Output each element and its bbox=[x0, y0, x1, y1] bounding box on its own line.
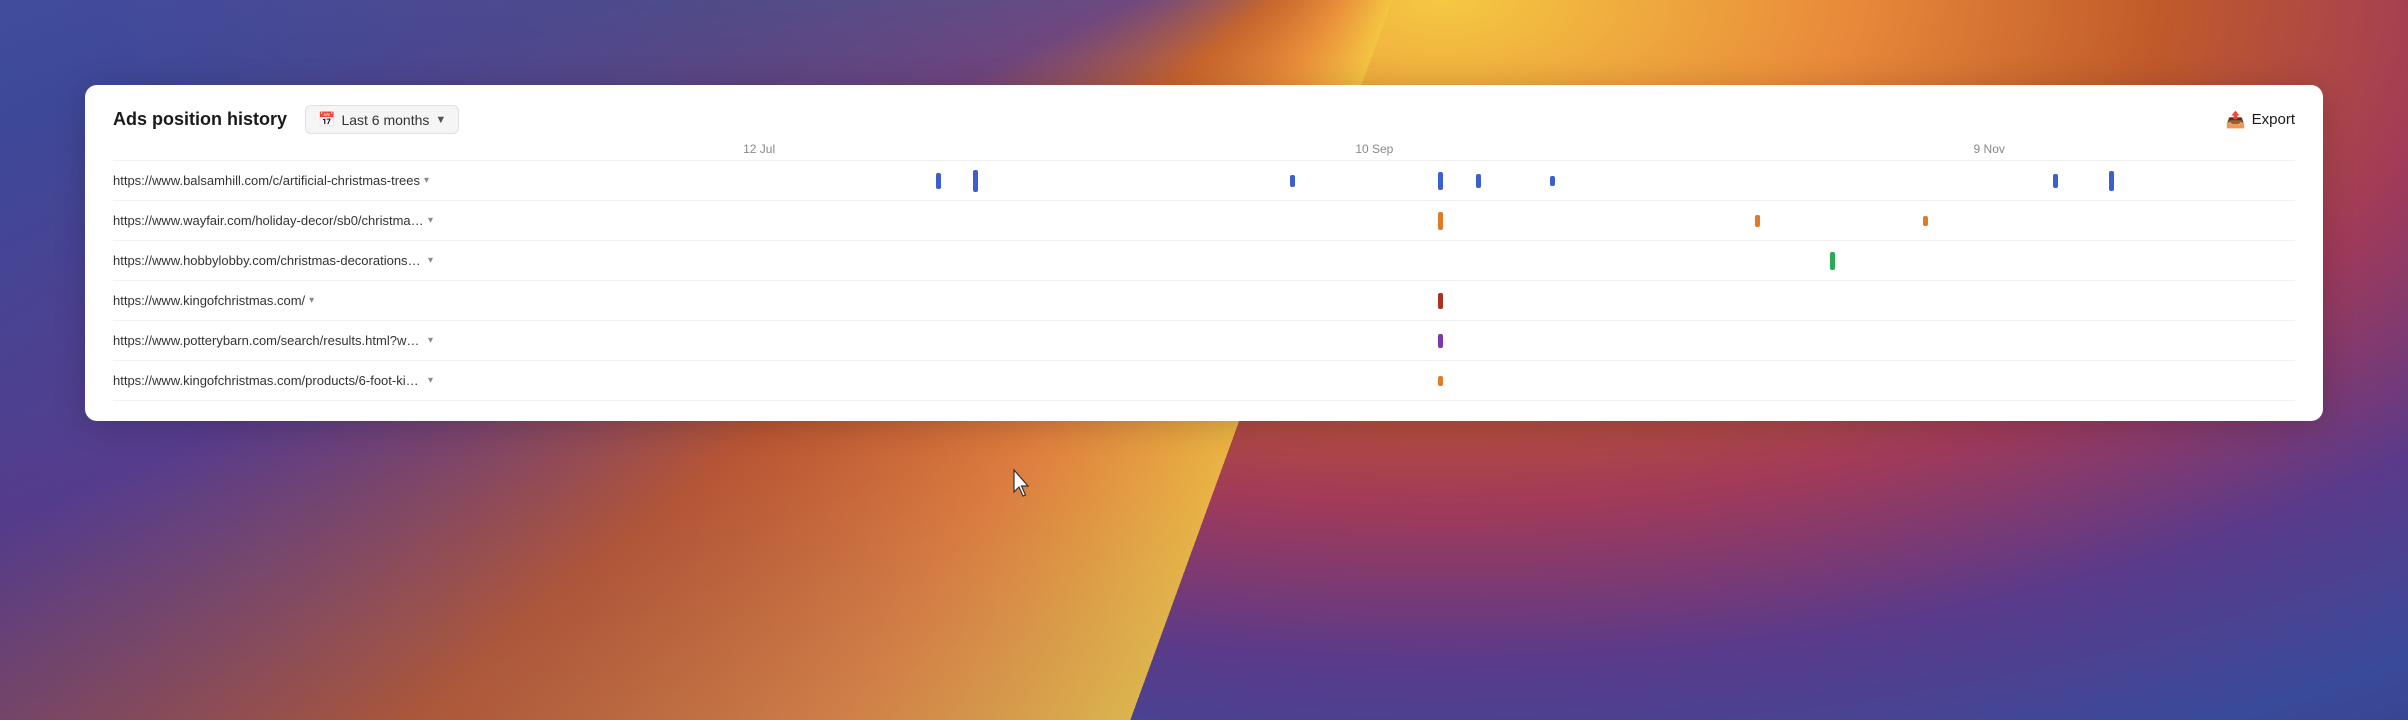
timeline-header: 12 Jul 10 Sep 9 Nov bbox=[113, 142, 2295, 156]
row-chart bbox=[433, 163, 2295, 199]
position-dot bbox=[1755, 215, 1760, 227]
row-chart bbox=[433, 243, 2295, 279]
chevron-down-icon[interactable]: ▾ bbox=[424, 175, 429, 186]
row-chart bbox=[433, 283, 2295, 319]
row-chart bbox=[433, 323, 2295, 359]
table-row: https://www.balsamhill.com/c/artificial-… bbox=[113, 161, 2295, 201]
timeline-label: 9 Nov bbox=[1974, 142, 2005, 156]
export-label: Export bbox=[2252, 111, 2295, 128]
row-chart bbox=[433, 203, 2295, 239]
url-text: https://www.kingofchristmas.com/ bbox=[113, 293, 305, 308]
export-icon: 📤 bbox=[2226, 110, 2246, 130]
card-header: Ads position history 📅 Last 6 months ▼ 📤… bbox=[85, 85, 2323, 134]
header-left: Ads position history 📅 Last 6 months ▼ bbox=[113, 105, 459, 134]
date-filter-button[interactable]: 📅 Last 6 months ▼ bbox=[305, 105, 459, 134]
position-dot bbox=[1923, 216, 1928, 226]
card-title: Ads position history bbox=[113, 109, 287, 130]
url-text: https://www.potterybarn.com/search/resul… bbox=[113, 333, 424, 348]
position-dot bbox=[2053, 174, 2058, 188]
position-dot bbox=[1476, 174, 1481, 188]
url-text: https://www.hobbylobby.com/christmas-dec… bbox=[113, 253, 424, 268]
position-dot bbox=[2109, 171, 2114, 191]
timeline-label: 10 Sep bbox=[1355, 142, 1393, 156]
chevron-down-icon: ▼ bbox=[435, 114, 446, 126]
table-row: https://www.kingofchristmas.com/products… bbox=[113, 361, 2295, 401]
calendar-icon: 📅 bbox=[318, 111, 335, 128]
position-dot bbox=[1830, 252, 1835, 270]
row-url[interactable]: https://www.kingofchristmas.com/ ▾ bbox=[113, 283, 433, 318]
row-url[interactable]: https://www.potterybarn.com/search/resul… bbox=[113, 323, 433, 358]
table-row: https://www.hobbylobby.com/christmas-dec… bbox=[113, 241, 2295, 281]
position-dot bbox=[1438, 334, 1443, 348]
date-filter-label: Last 6 months bbox=[341, 112, 429, 128]
url-text: https://www.wayfair.com/holiday-decor/sb… bbox=[113, 213, 424, 228]
row-url[interactable]: https://www.wayfair.com/holiday-decor/sb… bbox=[113, 203, 433, 238]
row-url[interactable]: https://www.hobbylobby.com/christmas-dec… bbox=[113, 243, 433, 278]
export-button[interactable]: 📤 Export bbox=[2226, 110, 2295, 130]
position-dot bbox=[1438, 376, 1443, 386]
ads-position-history-card: Ads position history 📅 Last 6 months ▼ 📤… bbox=[85, 85, 2323, 421]
row-url[interactable]: https://www.kingofchristmas.com/products… bbox=[113, 363, 433, 398]
position-dot bbox=[973, 170, 978, 192]
row-url[interactable]: https://www.balsamhill.com/c/artificial-… bbox=[113, 163, 433, 198]
row-chart bbox=[433, 363, 2295, 399]
rows-container: https://www.balsamhill.com/c/artificial-… bbox=[113, 160, 2295, 401]
table-row: https://www.kingofchristmas.com/ ▾ bbox=[113, 281, 2295, 321]
position-dot bbox=[1550, 176, 1555, 186]
chevron-down-icon[interactable]: ▾ bbox=[309, 295, 314, 306]
url-text: https://www.balsamhill.com/c/artificial-… bbox=[113, 173, 420, 188]
position-dot bbox=[936, 173, 941, 189]
timeline-labels: 12 Jul 10 Sep 9 Nov bbox=[433, 142, 2295, 156]
position-dot bbox=[1438, 293, 1443, 309]
position-dot bbox=[1438, 212, 1443, 230]
table-row: https://www.potterybarn.com/search/resul… bbox=[113, 321, 2295, 361]
chart-area: 12 Jul 10 Sep 9 Nov https://www.balsamhill… bbox=[85, 142, 2323, 421]
url-text: https://www.kingofchristmas.com/products… bbox=[113, 373, 424, 388]
position-dot bbox=[1290, 175, 1295, 187]
position-dot bbox=[1438, 172, 1443, 190]
table-row: https://www.wayfair.com/holiday-decor/sb… bbox=[113, 201, 2295, 241]
timeline-label: 12 Jul bbox=[743, 142, 775, 156]
